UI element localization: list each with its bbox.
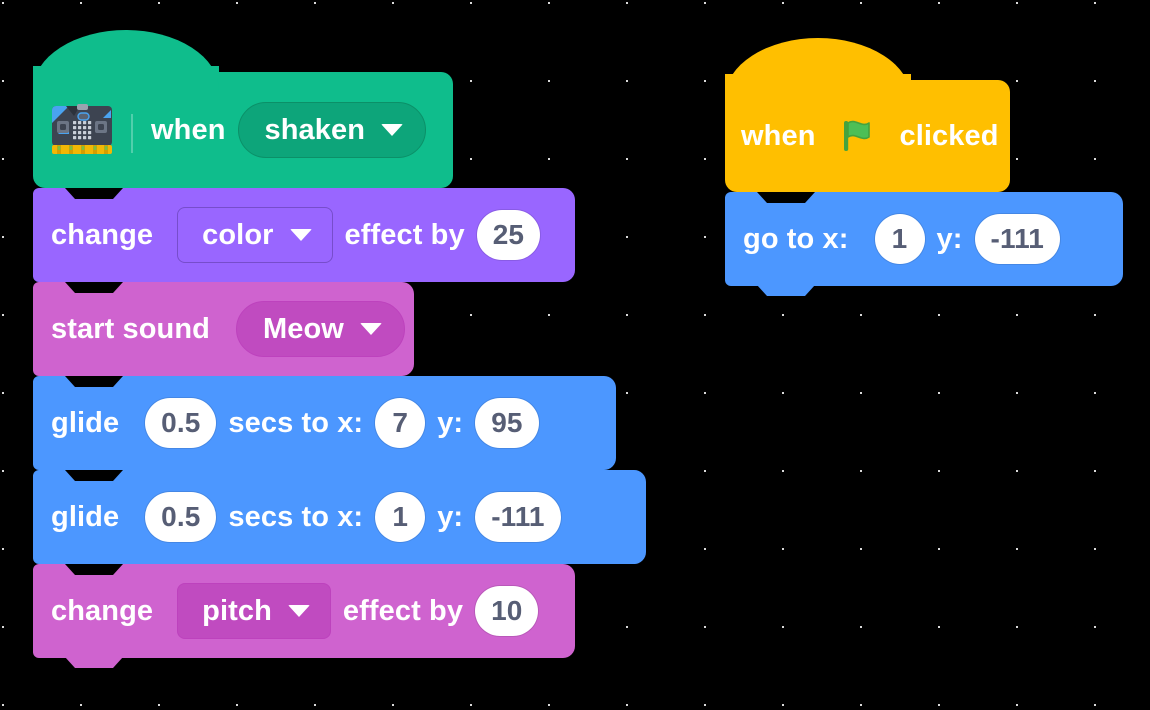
glide-secs-input[interactable]: 0.5 xyxy=(145,398,217,448)
pitch-effect-dropdown-value: pitch xyxy=(202,594,272,627)
block-workspace-canvas[interactable]: when shaken change color effect by 25 st… xyxy=(0,0,1150,710)
microbit-icon xyxy=(51,104,113,156)
block-notch-top xyxy=(65,470,123,481)
goto-y-input[interactable]: -111 xyxy=(974,214,1060,264)
sound-dropdown[interactable]: Meow xyxy=(236,301,405,357)
block-notch-top xyxy=(65,188,123,199)
green-flag-icon xyxy=(838,116,878,156)
chevron-down-icon xyxy=(359,323,382,335)
block-label-secs-to-x: secs to x: xyxy=(228,500,364,533)
block-notch-top xyxy=(65,564,123,575)
block-label-glide: glide xyxy=(51,500,120,533)
block-label-change: change xyxy=(51,594,154,627)
glide-x-input[interactable]: 7 xyxy=(375,398,426,448)
block-label-effect-by: effect by xyxy=(344,218,465,251)
block-label-go-to-x: go to x: xyxy=(743,222,849,255)
block-when-shaken[interactable]: when shaken xyxy=(33,30,453,198)
block-label-glide: glide xyxy=(51,406,120,439)
pitch-effect-dropdown[interactable]: pitch xyxy=(177,583,331,639)
block-label-effect-by: effect by xyxy=(342,594,464,627)
block-notch-bottom xyxy=(65,657,123,668)
chevron-down-icon xyxy=(289,229,312,241)
block-label-y: y: xyxy=(437,406,464,439)
glide-y-input[interactable]: -111 xyxy=(475,492,561,542)
chevron-down-icon xyxy=(287,605,310,617)
block-label-start-sound: start sound xyxy=(51,312,210,345)
effect-amount-input[interactable]: 25 xyxy=(476,210,541,260)
block-notch-top xyxy=(757,192,815,203)
effect-dropdown-value: color xyxy=(202,218,274,251)
gesture-dropdown-value: shaken xyxy=(264,113,366,146)
glide-y-input[interactable]: 95 xyxy=(475,398,539,448)
glide-secs-input[interactable]: 0.5 xyxy=(145,492,217,542)
chevron-down-icon xyxy=(381,124,404,136)
block-glide-2[interactable]: glide 0.5 secs to x: 1 y: -111 xyxy=(33,470,646,574)
sound-dropdown-value: Meow xyxy=(263,312,344,345)
block-start-sound[interactable]: start sound Meow xyxy=(33,282,414,386)
block-label-secs-to-x: secs to x: xyxy=(228,406,364,439)
block-label-clicked: clicked xyxy=(899,119,999,152)
glide-x-input[interactable]: 1 xyxy=(375,492,426,542)
block-notch-bottom xyxy=(757,285,815,296)
script-right[interactable]: when clicked go to x: 1 y: -111 xyxy=(725,38,1123,296)
block-label-y: y: xyxy=(936,222,963,255)
block-when-flag-clicked[interactable]: when clicked xyxy=(725,38,1010,202)
block-label-y: y: xyxy=(437,500,464,533)
gesture-dropdown[interactable]: shaken xyxy=(237,102,427,158)
block-divider xyxy=(131,107,133,153)
goto-x-input[interactable]: 1 xyxy=(874,214,925,264)
block-glide-1[interactable]: glide 0.5 secs to x: 7 y: 95 xyxy=(33,376,616,480)
block-notch-top xyxy=(65,282,123,293)
block-notch-top xyxy=(65,376,123,387)
block-change-pitch-effect[interactable]: change pitch effect by 10 xyxy=(33,564,575,668)
block-label-change: change xyxy=(51,218,154,251)
block-go-to-xy[interactable]: go to x: 1 y: -111 xyxy=(725,192,1123,296)
pitch-amount-input[interactable]: 10 xyxy=(475,586,539,636)
script-left[interactable]: when shaken change color effect by 25 st… xyxy=(33,30,646,668)
effect-dropdown[interactable]: color xyxy=(177,207,333,263)
block-label-when: when xyxy=(151,113,226,146)
block-label-when: when xyxy=(741,119,816,152)
block-change-color-effect[interactable]: change color effect by 25 xyxy=(33,188,575,292)
